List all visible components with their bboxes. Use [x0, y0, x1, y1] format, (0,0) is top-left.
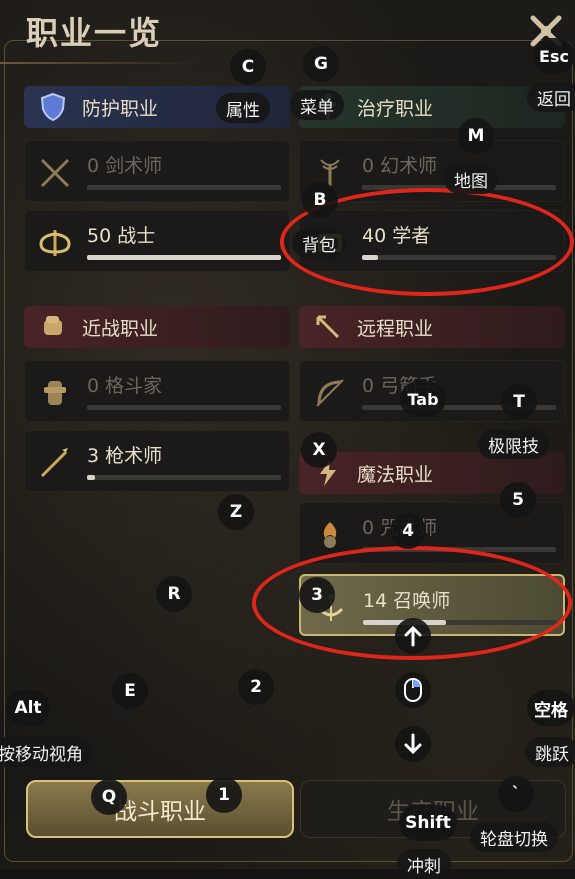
key-1: 1	[206, 777, 242, 813]
bow-icon	[312, 375, 348, 411]
key-q: Q	[91, 779, 127, 815]
dpad-down-icon[interactable]	[395, 726, 431, 762]
page-title: 职业一览	[26, 14, 163, 52]
axe-icon	[37, 225, 73, 261]
key-c: C	[230, 49, 266, 85]
tab-combat-jobs[interactable]: 战斗职业	[26, 780, 294, 838]
label-back[interactable]: 返回	[527, 82, 575, 112]
job-fencer[interactable]: 0 剑术师	[24, 140, 290, 202]
key-backtick: `	[498, 776, 534, 812]
job-warrior[interactable]: 50 战士	[24, 210, 290, 272]
category-ranged[interactable]: 远程职业	[299, 306, 565, 348]
flame-staff-icon	[312, 517, 348, 553]
job-warrior-label: 50 战士	[87, 225, 156, 247]
category-melee-label: 近战职业	[82, 317, 159, 340]
fist-icon	[38, 312, 68, 342]
job-pugilist-label: 0 格斗家	[87, 375, 163, 397]
label-jump[interactable]: 跳跃	[525, 737, 575, 767]
dpad-up-icon[interactable]	[395, 618, 431, 654]
label-wheel-switch[interactable]: 轮盘切换	[470, 822, 558, 852]
title-divider	[0, 62, 200, 64]
shield-icon	[38, 92, 68, 122]
key-e: E	[112, 673, 148, 709]
category-ranged-label: 远程职业	[357, 317, 434, 340]
key-alt: Alt	[6, 690, 50, 726]
key-b: B	[302, 182, 338, 218]
job-conjurer-label: 0 幻术师	[362, 155, 438, 177]
label-map[interactable]: 地图	[444, 164, 498, 194]
job-lancer[interactable]: 3 枪术师	[24, 430, 290, 492]
label-limit-break[interactable]: 极限技	[478, 429, 549, 459]
label-move-camera[interactable]: 按移动视角	[0, 737, 93, 767]
job-pugilist[interactable]: 0 格斗家	[24, 360, 290, 422]
label-bag[interactable]: 背包	[292, 228, 346, 258]
arrow-icon	[313, 312, 343, 342]
label-sprint[interactable]: 冲刺	[397, 849, 451, 879]
key-5: 5	[500, 482, 536, 518]
key-esc: Esc	[533, 38, 575, 74]
job-lancer-progress	[87, 475, 281, 480]
label-attributes[interactable]: 属性	[216, 93, 270, 123]
key-t: T	[501, 384, 537, 420]
key-2: 2	[238, 669, 274, 705]
job-fencer-label: 0 剑术师	[87, 155, 163, 177]
key-z: Z	[218, 494, 254, 530]
job-pugilist-progress	[87, 405, 281, 410]
label-menu[interactable]: 菜单	[290, 90, 344, 120]
spear-icon	[37, 445, 73, 481]
crossed-swords-icon	[37, 155, 73, 191]
category-magic-label: 魔法职业	[357, 463, 434, 486]
key-4: 4	[390, 513, 426, 549]
key-space: 空格	[527, 690, 575, 726]
job-lancer-label: 3 枪术师	[87, 445, 163, 467]
key-tab: Tab	[400, 381, 446, 417]
key-m: M	[458, 118, 494, 154]
knuckle-icon	[37, 375, 73, 411]
key-g: G	[303, 46, 339, 82]
key-r: R	[156, 576, 192, 612]
category-healer-label: 治疗职业	[357, 97, 434, 120]
key-3: 3	[299, 577, 335, 613]
category-melee[interactable]: 近战职业	[24, 306, 290, 348]
mouse-icon[interactable]	[395, 672, 431, 708]
key-shift: Shift	[399, 805, 457, 841]
job-warrior-progress	[87, 255, 281, 260]
category-defense-label: 防护职业	[82, 97, 159, 120]
key-x: X	[301, 432, 337, 468]
job-fencer-progress	[87, 185, 281, 190]
